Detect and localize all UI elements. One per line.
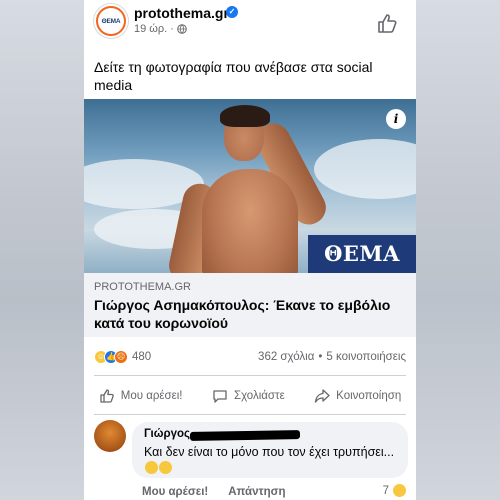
share-label: Κοινοποίηση xyxy=(336,390,402,402)
comment-icon xyxy=(213,390,227,403)
comment-reactions[interactable]: 7 xyxy=(383,484,406,497)
comment-like-button[interactable]: Μου αρέσει! xyxy=(142,486,208,498)
comment-text: Και δεν είναι το μόνο που τον έχει τρυπή… xyxy=(144,444,396,476)
background-left xyxy=(0,0,84,500)
like-button[interactable]: Μου αρέσει! xyxy=(99,388,183,404)
post-stats: ☺ 👍 ☹ 480 362 σχόλια • 5 κοινοποιήσεις xyxy=(84,346,416,368)
divider xyxy=(94,375,406,376)
post-header: ΘΕΜΑ protothema.gr ✓ 19 ώρ. · xyxy=(84,0,416,48)
comment-label: Σχολιάστε xyxy=(233,390,285,402)
divider xyxy=(94,414,406,415)
photo-cloud xyxy=(314,139,416,199)
page-logo-text: ΘΕΜΑ xyxy=(98,8,124,34)
link-preview[interactable]: PROTOTHEMA.GR Γιώργος Ασημακόπουλος: Έκα… xyxy=(84,273,416,337)
redaction-bar xyxy=(189,430,301,441)
background-right xyxy=(416,0,500,500)
meta-separator: · xyxy=(170,23,174,35)
info-icon[interactable]: i xyxy=(386,109,406,129)
post-actions: Μου αρέσει! Σχολιάστε Κοινοποίηση xyxy=(84,382,416,410)
globe-icon xyxy=(177,24,187,34)
comment-count[interactable]: 362 σχόλια xyxy=(258,351,314,363)
engagement-counts: 362 σχόλια • 5 κοινοποιήσεις xyxy=(258,351,406,363)
post-meta: 19 ώρ. · xyxy=(134,23,187,35)
share-button[interactable]: Κοινοποίηση xyxy=(314,388,401,404)
stats-separator: • xyxy=(318,351,323,363)
comment-text-body: Και δεν είναι το μόνο που τον έχει τρυπή… xyxy=(144,445,395,459)
page-avatar[interactable]: ΘΕΜΑ xyxy=(94,4,128,38)
comment-button[interactable]: Σχολιάστε xyxy=(212,388,285,404)
share-count[interactable]: 5 κοινοποιήσεις xyxy=(326,351,406,363)
link-domain: PROTOTHEMA.GR xyxy=(94,281,191,293)
link-title: Γιώργος Ασημακόπουλος: Έκανε το εμβόλιο … xyxy=(94,297,391,331)
post-text: Δείτε τη φωτογραφία που ανέβασε στα soci… xyxy=(94,59,373,93)
page-name[interactable]: protothema.gr xyxy=(134,5,229,21)
grin-emoji-icon xyxy=(145,461,158,474)
reaction-count: 480 xyxy=(132,351,152,363)
comment-reply-button[interactable]: Απάντηση xyxy=(228,486,285,498)
brand-watermark: ΘΕΜΑ xyxy=(308,235,416,273)
verified-badge-icon: ✓ xyxy=(226,6,238,18)
comment-actions: Μου αρέσει! Απάντηση xyxy=(142,486,286,498)
commenter-avatar[interactable] xyxy=(94,420,126,452)
comment-reaction-count: 7 xyxy=(382,484,389,497)
comment-author-name: Γιώργος xyxy=(144,428,190,440)
haha-reaction-icon xyxy=(393,484,406,497)
comment-bubble: Γιώργος Και δεν είναι το μόνο που τον έχ… xyxy=(132,422,408,478)
share-icon xyxy=(315,389,330,403)
photo-figure-hair xyxy=(220,105,270,127)
thumbs-up-icon[interactable] xyxy=(376,12,398,34)
thumbs-up-icon xyxy=(100,389,114,403)
post-photo[interactable]: i ΘΕΜΑ xyxy=(84,99,416,273)
like-label: Μου αρέσει! xyxy=(120,390,183,402)
comment-author[interactable]: Γιώργος xyxy=(144,428,396,441)
thinking-emoji-icon xyxy=(159,461,172,474)
reaction-summary[interactable]: ☺ 👍 ☹ 480 xyxy=(94,350,151,364)
post-time[interactable]: 19 ώρ. xyxy=(134,23,167,35)
angry-reaction-icon: ☹ xyxy=(114,350,128,364)
photo-figure-torso xyxy=(202,169,298,273)
facebook-post-card: ΘΕΜΑ protothema.gr ✓ 19 ώρ. · Δείτε τη φ… xyxy=(84,0,416,500)
